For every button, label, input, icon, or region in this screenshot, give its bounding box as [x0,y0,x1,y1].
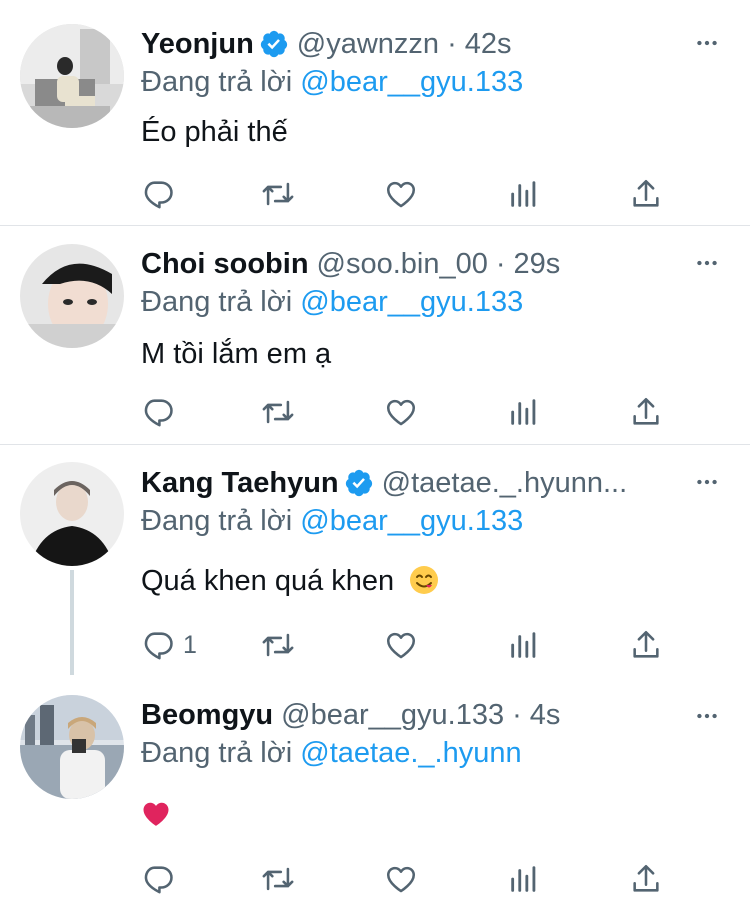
share-button[interactable] [629,625,663,665]
replying-to-mention[interactable]: @bear__gyu.133 [300,286,523,318]
tweet-header: Kang Taehyun @taetae._.hyunn... [141,465,680,501]
tweet-actions [141,392,681,432]
share-icon [633,864,659,892]
views-button[interactable] [507,392,541,432]
retweet-icon [262,633,294,657]
views-button[interactable] [507,625,541,665]
replying-to-mention[interactable]: @taetae._.hyunn [300,737,521,769]
tweet-actions [141,859,681,899]
tweet-header: Yeonjun @yawnzzn · 42s [141,26,680,62]
retweet-icon [262,400,294,424]
share-button[interactable] [629,392,663,432]
replying-to: Đang trả lời @bear__gyu.133 [141,64,523,100]
share-button[interactable] [629,174,663,214]
avatar[interactable] [20,24,124,128]
tweet-header: Beomgyu @bear__gyu.133 · 4s [141,697,680,733]
reply-button[interactable]: 1 [141,625,197,665]
tweet-actions [141,174,681,214]
tweet-actions: 1 [141,625,681,665]
handle[interactable]: @taetae._.hyunn... [382,465,628,501]
thread-connector [70,570,74,675]
display-name[interactable]: Yeonjun [141,26,254,62]
red-heart-emoji-icon [143,803,169,827]
yum-face-emoji-icon [410,566,439,595]
display-name[interactable]: Choi soobin [141,246,309,282]
replying-to-mention[interactable]: @bear__gyu.133 [300,505,523,537]
share-icon [633,179,659,207]
more-icon[interactable] [694,469,720,495]
views-icon [511,181,536,207]
reply-button[interactable] [141,174,175,214]
timestamp[interactable]: 4s [530,697,561,733]
tweet-beomgyu[interactable]: Beomgyu @bear__gyu.133 · 4s Đang trả lời… [0,675,750,903]
display-name[interactable]: Kang Taehyun [141,465,339,501]
views-icon [511,399,536,425]
reply-icon [144,181,173,209]
replying-to: Đang trả lời @bear__gyu.133 [141,284,523,320]
tweet-text: Quá khen quá khen [141,565,395,597]
handle[interactable]: @yawnzzn [297,26,439,62]
avatar[interactable] [20,462,124,566]
tweet-kang-taehyun[interactable]: Kang Taehyun @taetae._.hyunn... Đang trả… [0,445,750,675]
views-button[interactable] [507,859,541,899]
avatar[interactable] [20,244,124,348]
reply-icon [144,632,173,660]
replying-to-mention[interactable]: @bear__gyu.133 [300,66,523,98]
like-icon [386,866,416,893]
like-button[interactable] [384,859,418,899]
retweet-button[interactable] [261,625,295,665]
views-icon [511,866,536,892]
tweet-text: M tồi lắm em ạ [141,338,332,370]
tweet-text-row [141,795,171,831]
share-icon [633,397,659,425]
display-name[interactable]: Beomgyu [141,697,273,733]
retweet-icon [262,182,294,206]
like-button[interactable] [384,174,418,214]
reply-icon [144,866,173,894]
replying-to-label: Đang trả lời [141,737,293,769]
replying-to-label: Đang trả lời [141,286,293,318]
replying-to: Đang trả lời @taetae._.hyunn [141,735,522,771]
more-icon[interactable] [694,703,720,729]
more-icon[interactable] [694,250,720,276]
handle[interactable]: @soo.bin_00 [317,246,488,282]
like-button[interactable] [384,625,418,665]
reply-button[interactable] [141,859,175,899]
replying-to: Đang trả lời @bear__gyu.133 [141,503,523,539]
retweet-button[interactable] [261,174,295,214]
retweet-button[interactable] [261,392,295,432]
handle[interactable]: @bear__gyu.133 [281,697,504,733]
like-button[interactable] [384,392,418,432]
verified-badge-icon [260,30,287,58]
verified-badge-icon [345,469,372,497]
tweet-text: Éo phải thế [141,116,288,148]
tweet-choi-soobin[interactable]: Choi soobin @soo.bin_00 · 29s Đang trả l… [0,226,750,444]
separator-dot: · [512,699,522,731]
tweet-text-row: Quá khen quá khen [141,563,440,599]
views-button[interactable] [507,174,541,214]
more-icon[interactable] [694,30,720,56]
timestamp[interactable]: 42s [465,26,512,62]
timestamp[interactable]: 29s [514,246,561,282]
reply-button[interactable] [141,392,175,432]
reply-count: 1 [183,630,197,659]
share-button[interactable] [629,859,663,899]
like-icon [386,181,416,208]
views-icon [511,632,536,658]
separator-dot: · [495,248,506,280]
replying-to-label: Đang trả lời [141,66,293,98]
tweet-yeonjun[interactable]: Yeonjun @yawnzzn · 42s Đang trả lời @bea… [0,0,750,224]
like-icon [386,399,416,426]
separator-dot: · [447,28,457,60]
reply-icon [144,399,173,427]
tweet-header: Choi soobin @soo.bin_00 · 29s [141,246,680,282]
avatar[interactable] [20,695,124,799]
retweet-icon [262,867,294,891]
replying-to-label: Đang trả lời [141,505,293,537]
retweet-button[interactable] [261,859,295,899]
like-icon [386,632,416,659]
share-icon [633,630,659,658]
